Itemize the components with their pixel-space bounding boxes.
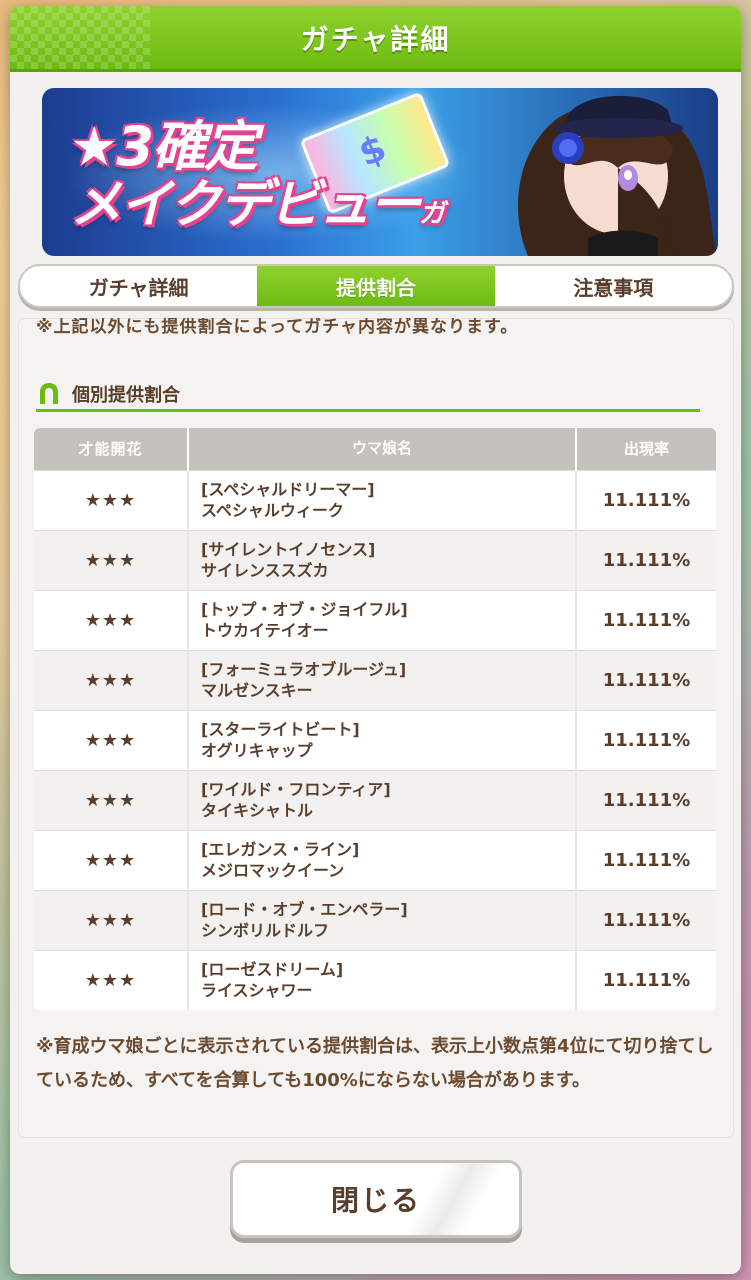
rarity-stars: ★★★ [34, 529, 189, 590]
rates-content-scroll[interactable]: ※上記以外にも提供割合によってガチャ内容が異なります。 個別提供割合 才能開花 … [18, 318, 734, 1138]
rarity-stars: ★★★ [34, 889, 189, 950]
table-row: ★★★ [エレガンス・ライン] メジロマックイーン 11.111% [34, 829, 716, 890]
tab-bar: ガチャ詳細 提供割合 注意事項 [18, 264, 734, 308]
character-name-cell: [スターライトビート] オグリキャップ [188, 709, 577, 770]
header-rate: 出現率 [576, 428, 716, 470]
gacha-banner: ★3確定 メイクデビューガチャ [42, 88, 718, 256]
rarity-stars: ★★★ [34, 589, 189, 650]
close-button[interactable]: 閉じる [230, 1160, 522, 1238]
character-name-cell: [ワイルド・フロンティア] タイキシャトル [188, 769, 577, 830]
rate-disclaimer: ※育成ウマ娘ごとに表示されている提供割合は、表示上小数点第4位にて切り捨てしてい… [36, 1036, 714, 1091]
character-name: メジロマックイーン [201, 861, 345, 880]
appearance-rate: 11.111% [576, 649, 716, 710]
character-name-cell: [サイレントイノセンス] サイレンススズカ [188, 529, 577, 590]
horseshoe-icon [40, 382, 58, 404]
rarity-stars: ★★★ [34, 769, 189, 830]
character-name: ライスシャワー [201, 981, 313, 1001]
appearance-rate: 11.111% [576, 469, 716, 530]
header-name: ウマ娘名 [188, 428, 577, 470]
rarity-stars: ★★★ [34, 949, 189, 1010]
table-row: ★★★ [スペシャルドリーマー] スペシャルウィーク 11.111% [34, 469, 716, 530]
tab-notes[interactable]: 注意事項 [495, 266, 732, 306]
character-name: マルゼンスキー [201, 681, 313, 700]
table-row: ★★★ [トップ・オブ・ジョイフル] トウカイテイオー 11.111% [34, 589, 716, 650]
scrolled-text-fragment: ※上記以外にも提供割合によってガチャ内容が異なります。 [36, 318, 519, 337]
banner-title: ★3確定 メイクデビューガチャ [70, 118, 450, 256]
table-row: ★★★ [ワイルド・フロンティア] タイキシャトル 11.111% [34, 769, 716, 830]
dialog-title: ガチャ詳細 [300, 22, 451, 56]
character-name: タイキシャトル [201, 801, 314, 820]
character-name: トウカイテイオー [201, 621, 329, 640]
character-name-cell: [トップ・オブ・ジョイフル] トウカイテイオー [188, 589, 577, 650]
character-name-cell: [エレガンス・ライン] メジロマックイーン [188, 829, 577, 890]
character-name-cell: [ローゼスドリーム] ライスシャワー [188, 949, 577, 1010]
tab-rates[interactable]: 提供割合 [257, 266, 495, 306]
table-row: ★★★ [サイレントイノセンス] サイレンススズカ 11.111% [34, 529, 716, 590]
gacha-detail-dialog: ガチャ詳細 ★3確定 メイクデビューガチャ ガチャ詳細 提供割合 注意事項 ※上… [10, 6, 741, 1274]
table-row: ★★★ [フォーミュラオブルージュ] マルゼンスキー 11.111% [34, 649, 716, 710]
header-rarity: 才能開花 [34, 428, 189, 470]
appearance-rate: 11.111% [576, 769, 716, 830]
rate-table: 才能開花 ウマ娘名 出現率 ★★★ [スペシャルドリーマー] スペシャルウィーク … [34, 428, 716, 1010]
character-name: オグリキャップ [201, 741, 313, 760]
banner-title-main: メイクデビュー [70, 175, 421, 235]
appearance-rate: 11.111% [576, 709, 716, 770]
appearance-rate: 11.111% [576, 589, 716, 650]
outfit-title: [サイレントイノセンス] [201, 540, 376, 559]
close-button-label: 閉じる [330, 1184, 421, 1217]
character-name: サイレンススズカ [201, 561, 329, 580]
character-name: スペシャルウィーク [201, 501, 344, 520]
dialog-header: ガチャ詳細 [10, 6, 741, 72]
rarity-stars: ★★★ [34, 469, 189, 530]
character-name-cell: [スペシャルドリーマー] スペシャルウィーク [188, 469, 577, 530]
rarity-stars: ★★★ [34, 829, 189, 890]
tab-gacha-detail[interactable]: ガチャ詳細 [20, 266, 257, 306]
outfit-title: [ワイルド・フロンティア] [201, 780, 391, 799]
section-header: 個別提供割合 [36, 378, 700, 412]
outfit-title: [スターライトビート] [201, 720, 360, 739]
outfit-title: [ロード・オブ・エンペラー] [201, 900, 408, 919]
outfit-title: [ローゼスドリーム] [201, 960, 344, 980]
rarity-stars: ★★★ [34, 649, 189, 710]
appearance-rate: 11.111% [576, 829, 716, 890]
rarity-stars: ★★★ [34, 709, 189, 770]
outfit-title: [フォーミュラオブルージュ] [201, 660, 407, 679]
outfit-title: [スペシャルドリーマー] [201, 480, 375, 499]
section-title: 個別提供割合 [72, 384, 180, 406]
table-header-row: 才能開花 ウマ娘名 出現率 [34, 428, 716, 470]
table-row: ★★★ [ローゼスドリーム] ライスシャワー 11.111% [34, 949, 716, 1010]
character-name-cell: [フォーミュラオブルージュ] マルゼンスキー [188, 649, 577, 710]
outfit-title: [エレガンス・ライン] [201, 840, 360, 859]
table-row: ★★★ [スターライトビート] オグリキャップ 11.111% [34, 709, 716, 770]
appearance-rate: 11.111% [576, 529, 716, 590]
outfit-title: [トップ・オブ・ジョイフル] [201, 600, 408, 619]
character-name-cell: [ロード・オブ・エンペラー] シンボリルドルフ [188, 889, 577, 950]
appearance-rate: 11.111% [576, 889, 716, 950]
appearance-rate: 11.111% [576, 949, 716, 1010]
character-name: シンボリルドルフ [201, 921, 330, 940]
banner-title-line2: メイクデビューガチャ [70, 176, 450, 256]
banner-title-line1: ★3確定 [70, 115, 258, 178]
character-portrait [518, 95, 718, 256]
table-row: ★★★ [ロード・オブ・エンペラー] シンボリルドルフ 11.111% [34, 889, 716, 950]
